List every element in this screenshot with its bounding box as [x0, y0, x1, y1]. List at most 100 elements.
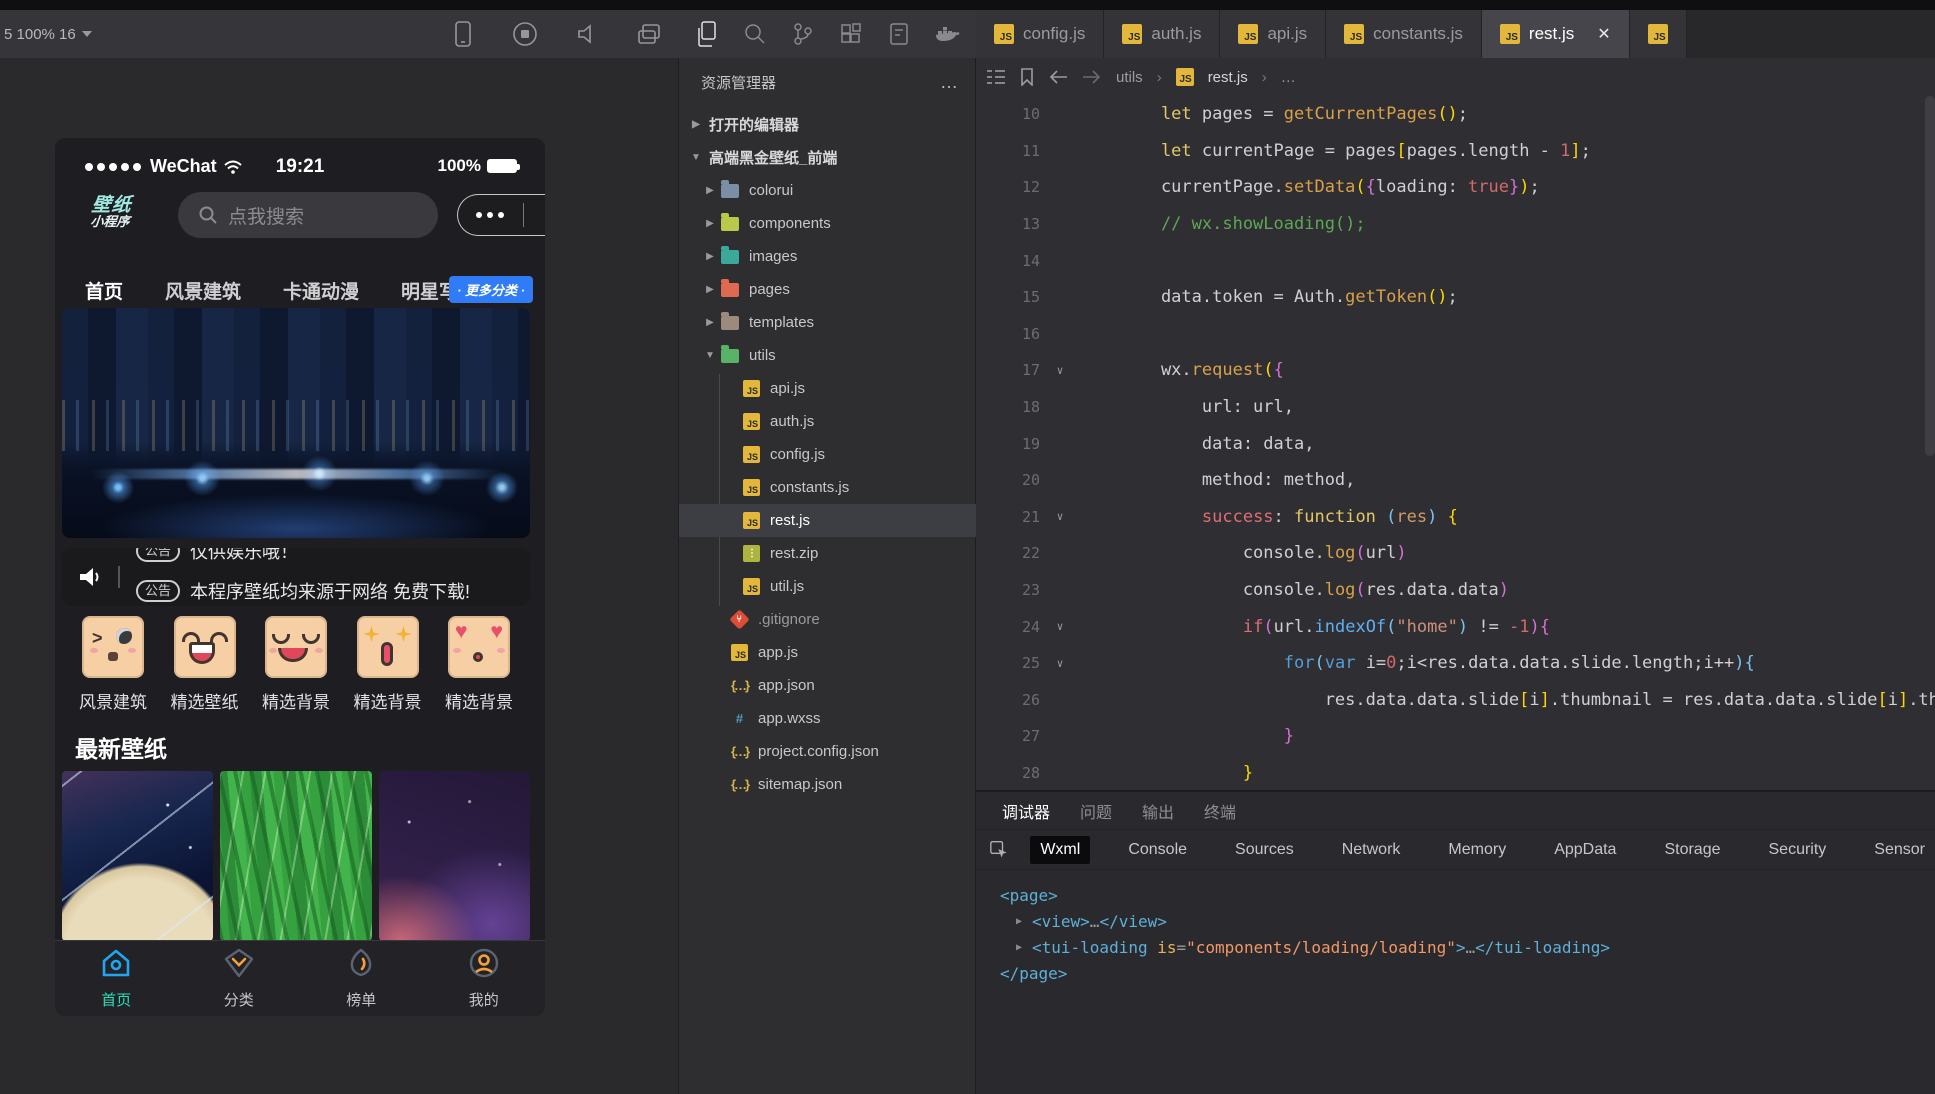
capsule-more-button[interactable]	[458, 212, 523, 218]
tree-item-高端黑金壁纸前端[interactable]: ▼ 高端黑金壁纸_前端	[679, 141, 976, 174]
debugger-tab-调试器[interactable]: 调试器	[1002, 799, 1050, 823]
moon-wallpaper[interactable]	[62, 771, 214, 941]
bookmark-icon[interactable]	[1020, 68, 1034, 86]
editor-tab-config.js[interactable]: JS config.js	[976, 10, 1105, 58]
tree-item-project.config.json[interactable]: {…} project.config.json	[679, 735, 976, 768]
tree-item-templates[interactable]: ▶ templates	[679, 306, 976, 339]
inspect-element-icon[interactable]	[990, 839, 1008, 861]
code-line-28[interactable]: 28 }	[976, 755, 1935, 790]
docker-icon[interactable]	[932, 19, 962, 49]
mini-nav-卡通动漫[interactable]: 卡通动漫	[283, 277, 359, 304]
code-line-12[interactable]: 12 currentPage.setData({loading: true});	[976, 169, 1935, 206]
tree-item-constants.js[interactable]: JS constants.js	[679, 471, 976, 504]
tabbar-榜单[interactable]: 榜单	[300, 941, 423, 1016]
code-line-24[interactable]: 24 ∨ if(url.indexOf("home") != -1){	[976, 608, 1935, 645]
editor-tab-auth.js[interactable]: JS auth.js	[1104, 10, 1221, 58]
nav-back-icon[interactable]	[1048, 69, 1068, 85]
code-line-21[interactable]: 21 ∨ success: function (res) {	[976, 499, 1935, 536]
fold-chevron-icon[interactable]: ∨	[1040, 620, 1080, 633]
code-line-20[interactable]: 20 method: method,	[976, 462, 1935, 499]
category-heart[interactable]: ♥ ♥ 精选背景	[440, 616, 518, 713]
tree-item-pages[interactable]: ▶ pages	[679, 273, 976, 306]
debugger-tab-终端[interactable]: 终端	[1204, 799, 1236, 823]
code-line-15[interactable]: 15 data.token = Auth.getToken();	[976, 279, 1935, 316]
code-line-10[interactable]: 10 let pages = getCurrentPages();	[976, 96, 1935, 133]
code-line-19[interactable]: 19 data: data,	[976, 425, 1935, 462]
breadcrumb-file[interactable]: rest.js	[1208, 69, 1248, 86]
debugger-tab-输出[interactable]: 输出	[1142, 799, 1174, 823]
tree-item-config.js[interactable]: JS config.js	[679, 438, 976, 471]
category-smile[interactable]: 精选背景	[257, 616, 335, 713]
notice-marquee[interactable]: 公告 仅供娱乐哦！ 公告 本程序壁纸均来源于网络 免费下载!	[62, 548, 530, 606]
tree-item-打开的编辑器[interactable]: ▶ 打开的编辑器	[679, 108, 976, 141]
editor-tab-partial[interactable]: JS	[1629, 10, 1687, 58]
mini-nav-风景建筑[interactable]: 风景建筑	[165, 277, 241, 304]
wxml-node[interactable]: <page>	[1000, 882, 1935, 908]
tree-item-sitemap.json[interactable]: {…} sitemap.json	[679, 768, 976, 801]
devtools-tab-Network[interactable]: Network	[1332, 836, 1411, 864]
code-line-26[interactable]: 26 res.data.data.slide[i].thumbnail = re…	[976, 682, 1935, 719]
expand-arrow-icon[interactable]: ▶	[1016, 916, 1032, 927]
code-line-23[interactable]: 23 console.log(res.data.data)	[976, 572, 1935, 609]
search-input[interactable]: 点我搜索	[178, 192, 438, 238]
code-line-17[interactable]: 17 ∨ wx.request({	[976, 352, 1935, 389]
explorer-more-button[interactable]: …	[940, 72, 959, 93]
code-line-13[interactable]: 13 // wx.showLoading();	[976, 206, 1935, 243]
code-line-18[interactable]: 18 url: url,	[976, 389, 1935, 426]
breadcrumb-more[interactable]: …	[1281, 69, 1296, 86]
tree-item-images[interactable]: ▶ images	[679, 240, 976, 273]
devtools-tab-Sources[interactable]: Sources	[1225, 836, 1304, 864]
code-line-11[interactable]: 11 let currentPage = pages[pages.length …	[976, 133, 1935, 170]
explorer-files-icon[interactable]	[692, 19, 722, 49]
hero-swiper-image[interactable]	[62, 308, 530, 538]
capsule-exit-button[interactable]	[524, 205, 546, 225]
tree-item-rest.zip[interactable]: ⋮ rest.zip	[679, 537, 976, 570]
tree-item-api.js[interactable]: JS api.js	[679, 372, 976, 405]
tree-item-app.json[interactable]: {…} app.json	[679, 669, 976, 702]
nav-forward-icon[interactable]	[1082, 69, 1102, 85]
editor-tab-api.js[interactable]: JS api.js	[1220, 10, 1327, 58]
devtools-tab-Sensor[interactable]: Sensor	[1864, 836, 1935, 864]
more-categories-badge[interactable]: · 更多分类 ·	[449, 276, 533, 303]
fold-chevron-icon[interactable]: ∨	[1040, 364, 1080, 377]
devtools-tab-Security[interactable]: Security	[1759, 836, 1837, 864]
code-line-16[interactable]: 16	[976, 316, 1935, 353]
category-sparkle[interactable]: 精选背景	[349, 616, 427, 713]
close-icon[interactable]: ✕	[1597, 24, 1610, 44]
editor-tab-rest.js[interactable]: JS rest.js ✕	[1481, 10, 1630, 58]
device-zoom-label[interactable]: 5 100% 16	[4, 26, 92, 43]
tree-item-auth.js[interactable]: JS auth.js	[679, 405, 976, 438]
grass-wallpaper[interactable]	[220, 771, 372, 941]
wxml-node[interactable]: ▶ <view>… </view>	[1000, 908, 1935, 934]
category-laugh[interactable]: 精选壁纸	[166, 616, 244, 713]
tabbar-我的[interactable]: 我的	[423, 941, 546, 1016]
tree-item-app.wxss[interactable]: # app.wxss	[679, 702, 976, 735]
search-icon[interactable]	[740, 19, 770, 49]
outline-list-icon[interactable]	[986, 69, 1006, 85]
code-line-25[interactable]: 25 ∨ for(var i=0;i<res.data.data.slide.le…	[976, 645, 1935, 682]
category-wink[interactable]: > 风景建筑	[74, 616, 152, 713]
wxml-inspector[interactable]: <page> ▶ <view>… </view> ▶ <tui-loading is = "c…	[976, 870, 1935, 1094]
aurora-wallpaper[interactable]	[378, 771, 530, 941]
tree-item-components[interactable]: ▶ components	[679, 207, 976, 240]
expand-arrow-icon[interactable]: ▶	[1016, 942, 1032, 953]
editor-scrollbar[interactable]	[1925, 96, 1935, 456]
mini-nav-首页[interactable]: 首页	[85, 277, 123, 316]
editor-tab-constants.js[interactable]: JS constants.js	[1326, 10, 1482, 58]
tabbar-首页[interactable]: 首页	[55, 941, 178, 1016]
record-stop-icon[interactable]	[510, 19, 540, 49]
tree-item-colorui[interactable]: ▶ colorui	[679, 174, 976, 207]
fold-chevron-icon[interactable]: ∨	[1040, 657, 1080, 670]
devtools-tab-Storage[interactable]: Storage	[1654, 836, 1730, 864]
extensions-icon[interactable]	[836, 19, 866, 49]
tree-item-.gitignore[interactable]: ⑂ .gitignore	[679, 603, 976, 636]
file-panel-icon[interactable]	[884, 19, 914, 49]
tree-item-rest.js[interactable]: JS rest.js	[679, 504, 976, 537]
multi-window-icon[interactable]	[634, 19, 664, 49]
code-line-27[interactable]: 27 }	[976, 718, 1935, 755]
debugger-tab-问题[interactable]: 问题	[1080, 799, 1112, 823]
code-area[interactable]: 10 let pages = getCurrentPages(); 11 let …	[976, 96, 1935, 790]
wxml-node[interactable]: ▶ <tui-loading is = "components/loading/loa…	[1000, 934, 1935, 960]
devtools-tab-Wxml[interactable]: Wxml	[1030, 835, 1091, 864]
mute-speaker-icon[interactable]	[572, 19, 602, 49]
